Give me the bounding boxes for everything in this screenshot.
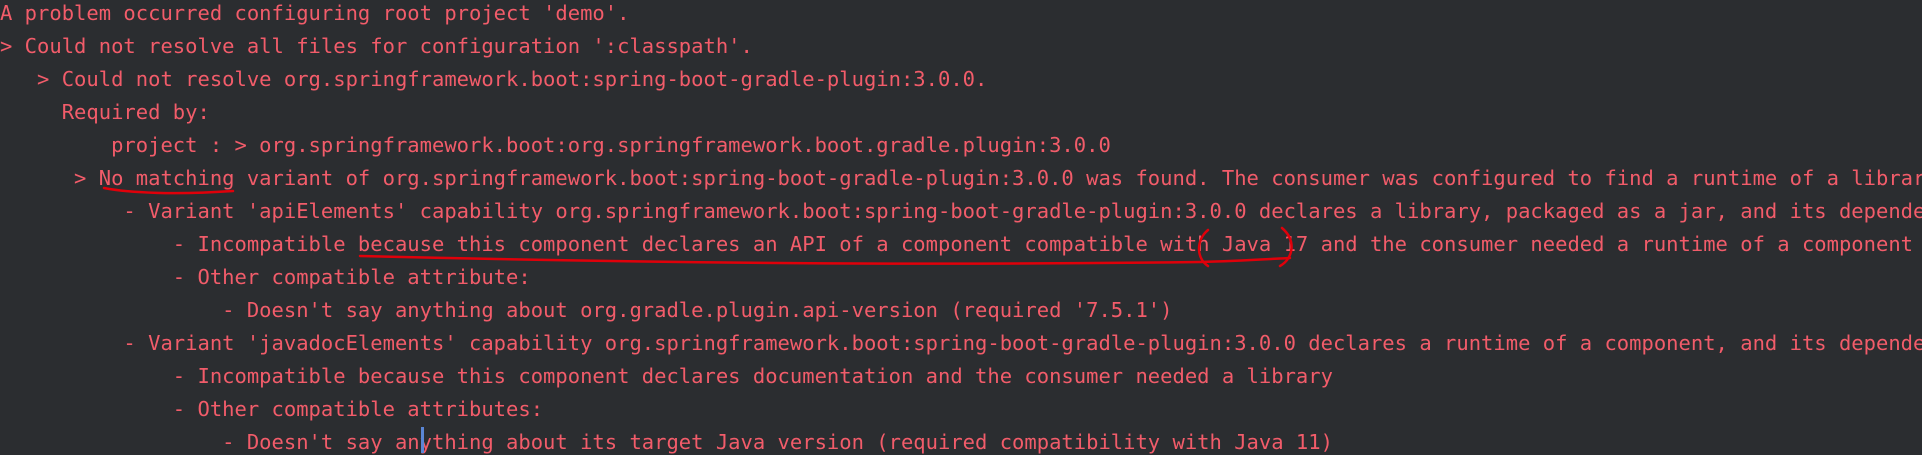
error-line-1: A problem occurred configuring root proj… — [0, 1, 630, 25]
error-line-6: > No matching variant of org.springframe… — [74, 166, 1922, 190]
error-line-13: - Other compatible attributes: — [0, 397, 544, 421]
error-line-9: - Other compatible attribute: — [0, 265, 531, 289]
error-line-5: project : > org.springframework.boot:org… — [0, 133, 1111, 157]
error-line-11: - Variant 'javadocElements' capability o… — [123, 331, 1922, 355]
error-line-10: - Doesn't say anything about org.gradle.… — [0, 298, 1173, 322]
error-line-4: Required by: — [0, 100, 210, 124]
text-cursor — [421, 427, 424, 453]
error-line-8: - Incompatible because this component de… — [172, 232, 1914, 256]
error-line-7: - Variant 'apiElements' capability org.s… — [123, 199, 1922, 223]
error-line-2: > Could not resolve all files for config… — [0, 34, 753, 58]
error-line-14: - Doesn't say anything about its target … — [0, 430, 1333, 454]
gradle-error-output[interactable]: A problem occurred configuring root proj… — [0, 0, 1922, 455]
error-line-12: - Incompatible because this component de… — [0, 364, 1333, 388]
error-line-3: > Could not resolve org.springframework.… — [0, 67, 988, 91]
